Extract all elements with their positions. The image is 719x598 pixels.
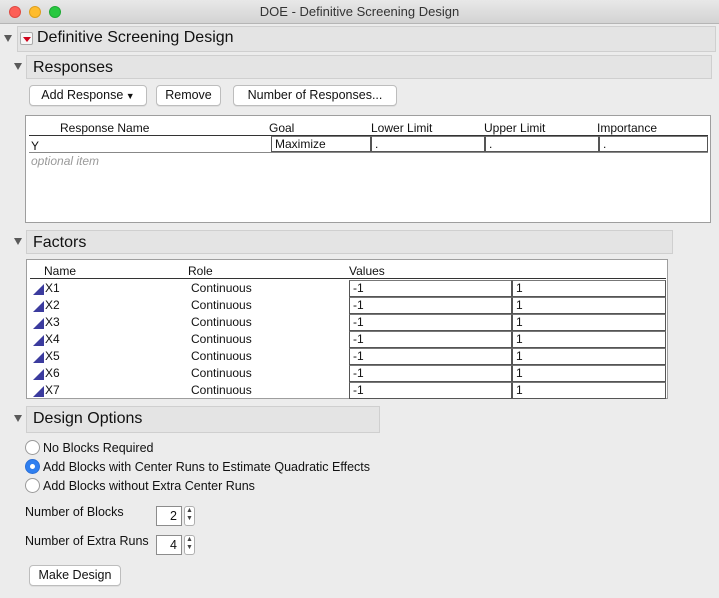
factor-name-cell[interactable]: X1 [45,281,60,295]
design-options-header: Design Options [26,406,380,433]
response-goal-cell[interactable]: Maximize [271,136,371,152]
factor-name-cell[interactable]: X6 [45,366,60,380]
main-title: Definitive Screening Design [37,29,234,46]
main-outline-header: Definitive Screening Design [17,26,716,52]
factor-high-value-cell[interactable]: 1 [512,314,666,331]
design-options-disclosure-icon[interactable] [14,415,22,422]
radio-blocks-center-runs[interactable] [25,459,40,474]
responses-title: Responses [33,59,114,76]
col-goal: Goal [269,121,295,135]
factor-high-value-cell[interactable]: 1 [512,348,666,365]
factor-low-value-cell[interactable]: -1 [349,348,512,365]
continuous-factor-icon [33,318,44,329]
factors-header: Factors [26,230,673,254]
factor-role-cell: Continuous [191,315,252,329]
number-of-blocks-label: Number of Blocks [25,505,124,519]
number-of-blocks-input[interactable]: 2 [156,506,182,526]
continuous-factor-icon [33,352,44,363]
design-options-title: Design Options [33,410,143,427]
response-upper-limit-cell[interactable]: . [485,136,599,152]
factors-header-divider [30,278,666,279]
optional-item-hint: optional item [31,154,100,168]
factor-role-cell: Continuous [191,298,252,312]
factor-high-value-cell[interactable]: 1 [512,331,666,348]
factor-high-value-cell[interactable]: 1 [512,382,666,399]
factor-name-cell[interactable]: X3 [45,315,60,329]
factor-low-value-cell[interactable]: -1 [349,280,512,297]
continuous-factor-icon [33,335,44,346]
factor-role-cell: Continuous [191,281,252,295]
zoom-window-button[interactable] [49,6,61,18]
make-design-button[interactable]: Make Design [29,565,121,586]
radio-no-blocks[interactable] [25,440,40,455]
col-importance: Importance [597,121,658,135]
factor-name-cell[interactable]: X2 [45,298,60,312]
factor-role-cell: Continuous [191,332,252,346]
factor-low-value-cell[interactable]: -1 [349,297,512,314]
continuous-factor-icon [33,301,44,312]
number-of-responses-button[interactable]: Number of Responses... [233,85,397,106]
factor-name-cell[interactable]: X7 [45,383,60,397]
factor-high-value-cell[interactable]: 1 [512,280,666,297]
add-response-button[interactable]: Add Response ▼ [29,85,147,106]
factor-low-value-cell[interactable]: -1 [349,382,512,399]
factor-low-value-cell[interactable]: -1 [349,365,512,382]
factors-title: Factors [33,234,87,251]
factor-low-value-cell[interactable]: -1 [349,331,512,348]
col-upper-limit: Upper Limit [484,121,546,135]
window-titlebar: DOE - Definitive Screening Design [0,0,719,24]
continuous-factor-icon [33,284,44,295]
close-window-button[interactable] [9,6,21,18]
minimize-window-button[interactable] [29,6,41,18]
factor-high-value-cell[interactable]: 1 [512,365,666,382]
factor-name-cell[interactable]: X4 [45,332,60,346]
number-of-extra-runs-input[interactable]: 4 [156,535,182,555]
col-factor-name: Name [44,264,77,278]
response-name-cell[interactable]: Y [31,139,39,153]
factor-low-value-cell[interactable]: -1 [349,314,512,331]
continuous-factor-icon [33,369,44,380]
responses-header: Responses [26,55,712,79]
factor-high-value-cell[interactable]: 1 [512,297,666,314]
col-response-name: Response Name [60,121,150,135]
main-disclosure-icon[interactable] [4,35,12,42]
responses-disclosure-icon[interactable] [14,63,22,70]
remove-button[interactable]: Remove [156,85,221,106]
number-of-extra-runs-stepper[interactable]: ▲ ▼ [184,535,195,555]
red-triangle-menu-icon[interactable] [20,32,33,45]
factor-role-cell: Continuous [191,349,252,363]
factor-name-cell[interactable]: X5 [45,349,60,363]
dropdown-arrow-icon: ▼ [123,91,135,101]
factor-role-cell: Continuous [191,366,252,380]
response-importance-cell[interactable]: . [599,136,708,152]
number-of-blocks-stepper[interactable]: ▲ ▼ [184,506,195,526]
radio-blocks-center-runs-label: Add Blocks with Center Runs to Estimate … [43,460,370,474]
radio-blocks-no-extra-label: Add Blocks without Extra Center Runs [43,479,255,493]
number-of-extra-runs-label: Number of Extra Runs [25,534,149,548]
response-lower-limit-cell[interactable]: . [371,136,485,152]
factor-role-cell: Continuous [191,383,252,397]
response-row-divider [29,152,708,153]
radio-blocks-no-extra[interactable] [25,478,40,493]
factors-disclosure-icon[interactable] [14,238,22,245]
radio-no-blocks-label: No Blocks Required [43,441,154,455]
add-response-label: Add Response [41,88,124,102]
col-factor-values: Values [349,264,385,278]
window-title: DOE - Definitive Screening Design [259,4,460,19]
col-lower-limit: Lower Limit [371,121,433,135]
continuous-factor-icon [33,386,44,397]
col-factor-role: Role [188,264,213,278]
